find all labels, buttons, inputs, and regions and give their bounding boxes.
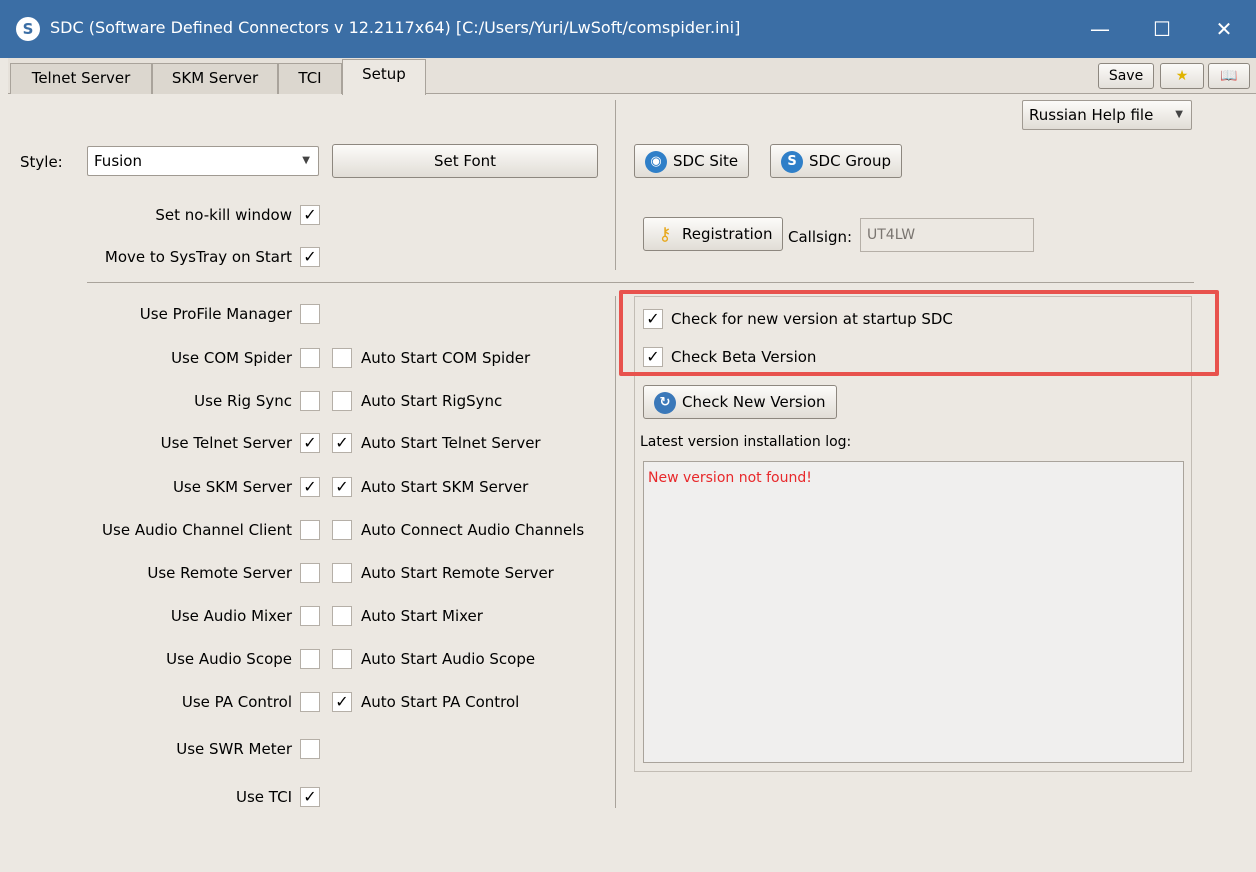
app-logo-icon: S [16,17,40,41]
close-button[interactable]: ✕ [1194,0,1254,58]
use-audio-scope-checkbox[interactable] [300,649,320,669]
vertical-divider-bottom [615,296,616,808]
update-icon: ↻ [654,391,676,414]
use-com-spider-label: Use COM Spider [171,349,292,367]
title-bar: S SDC (Software Defined Connectors v 12.… [0,0,1256,58]
chevron-down-icon: ▼ [302,155,310,166]
tab-tci[interactable]: TCI [278,63,342,94]
use-remote-server-checkbox[interactable] [300,563,320,583]
auto-start-com-spider-checkbox[interactable] [332,348,352,368]
installation-log[interactable]: New version not found! [643,461,1184,763]
auto-connect-audio-channels-checkbox[interactable] [332,520,352,540]
auto-start-telnet-server-checkbox[interactable]: ✓ [332,433,352,453]
auto-start-rigsync-label: Auto Start RigSync [361,392,503,410]
auto-start-skm-server-checkbox[interactable]: ✓ [332,477,352,497]
auto-start-remote-server-checkbox[interactable] [332,563,352,583]
globe-icon: ◉ [645,150,667,173]
auto-start-pa-control-label: Auto Start PA Control [361,693,520,711]
style-label: Style: [20,153,63,171]
use-skm-server-label: Use SKM Server [172,478,292,496]
use-com-spider-checkbox[interactable] [300,348,320,368]
key-icon: ⚷ [658,223,672,245]
use-remote-server-label: Use Remote Server [147,564,292,582]
sdc-group-label: SDC Group [809,152,891,170]
use-swr-meter-checkbox[interactable] [300,739,320,759]
registration-button[interactable]: ⚷ Registration [643,217,784,251]
log-label: Latest version installation log: [640,434,852,450]
check-beta-checkbox[interactable]: ✓ [643,347,663,367]
auto-start-pa-control-checkbox[interactable]: ✓ [332,692,352,712]
minimize-button[interactable]: — [1070,0,1130,58]
use-telnet-server-checkbox[interactable]: ✓ [300,433,320,453]
no-kill-label: Set no-kill window [155,206,292,224]
auto-start-rigsync-checkbox[interactable] [332,391,352,411]
use-telnet-server-label: Use Telnet Server [160,434,292,452]
group-icon: S [781,150,803,173]
auto-start-skm-server-label: Auto Start SKM Server [361,478,529,496]
use-skm-server-checkbox[interactable]: ✓ [300,477,320,497]
use-rig-sync-label: Use Rig Sync [194,392,292,410]
callsign-field[interactable]: UT4LW [860,218,1034,252]
tab-skm-server[interactable]: SKM Server [152,63,278,94]
vertical-divider-top [615,100,616,270]
use-tci-checkbox[interactable]: ✓ [300,787,320,807]
use-pa-control-label: Use PA Control [181,693,292,711]
sdc-site-label: SDC Site [673,152,739,170]
use-profile-manager-checkbox[interactable] [300,304,320,324]
save-button[interactable]: Save [1098,63,1154,89]
callsign-label: Callsign: [788,228,853,246]
maximize-button[interactable]: ☐ [1132,0,1192,58]
sdc-site-button[interactable]: ◉ SDC Site [634,144,750,178]
use-audio-mixer-label: Use Audio Mixer [170,607,292,625]
auto-start-telnet-server-label: Auto Start Telnet Server [361,434,541,452]
check-startup-checkbox[interactable]: ✓ [643,309,663,329]
style-value: Fusion [94,152,142,170]
log-text: New version not found! [648,470,812,486]
use-swr-meter-label: Use SWR Meter [176,740,292,758]
auto-start-audio-scope-label: Auto Start Audio Scope [361,650,536,668]
window-title: SDC (Software Defined Connectors v 12.21… [50,18,741,37]
auto-start-audio-scope-checkbox[interactable] [332,649,352,669]
help-file-value: Russian Help file [1029,106,1154,124]
tab-bar: Telnet Server SKM Server TCI Setup Save … [8,58,1256,95]
use-rig-sync-checkbox[interactable] [300,391,320,411]
systray-checkbox[interactable]: ✓ [300,247,320,267]
check-new-version-label: Check New Version [682,393,826,411]
use-audio-scope-label: Use Audio Scope [166,650,292,668]
registration-label: Registration [682,225,773,243]
check-new-version-button[interactable]: ↻ Check New Version [643,385,837,419]
tab-setup[interactable]: Setup [342,59,426,95]
horizontal-divider [87,282,1194,283]
auto-start-mixer-checkbox[interactable] [332,606,352,626]
help-file-combo[interactable]: Russian Help file ▼ [1022,100,1192,130]
star-icon[interactable]: ★ [1160,63,1204,89]
book-icon[interactable]: 📖 [1208,63,1250,89]
check-beta-label: Check Beta Version [671,348,817,366]
use-audio-mixer-checkbox[interactable] [300,606,320,626]
set-font-button[interactable]: Set Font [332,144,598,178]
auto-start-com-spider-label: Auto Start COM Spider [361,349,531,367]
auto-connect-audio-channels-label: Auto Connect Audio Channels [361,521,585,539]
use-pa-control-checkbox[interactable] [300,692,320,712]
use-tci-label: Use TCI [236,788,292,806]
auto-start-remote-server-label: Auto Start Remote Server [361,564,554,582]
chevron-down-icon: ▼ [1175,109,1183,120]
use-audio-channel-client-label: Use Audio Channel Client [102,521,292,539]
tab-telnet-server[interactable]: Telnet Server [10,63,152,94]
no-kill-checkbox[interactable]: ✓ [300,205,320,225]
use-profile-manager-label: Use ProFile Manager [139,305,292,323]
use-audio-channel-client-checkbox[interactable] [300,520,320,540]
auto-start-mixer-label: Auto Start Mixer [361,607,483,625]
systray-label: Move to SysTray on Start [104,248,292,266]
sdc-group-button[interactable]: S SDC Group [770,144,902,178]
style-combo[interactable]: Fusion ▼ [87,146,319,176]
check-startup-label: Check for new version at startup SDC [671,310,953,328]
